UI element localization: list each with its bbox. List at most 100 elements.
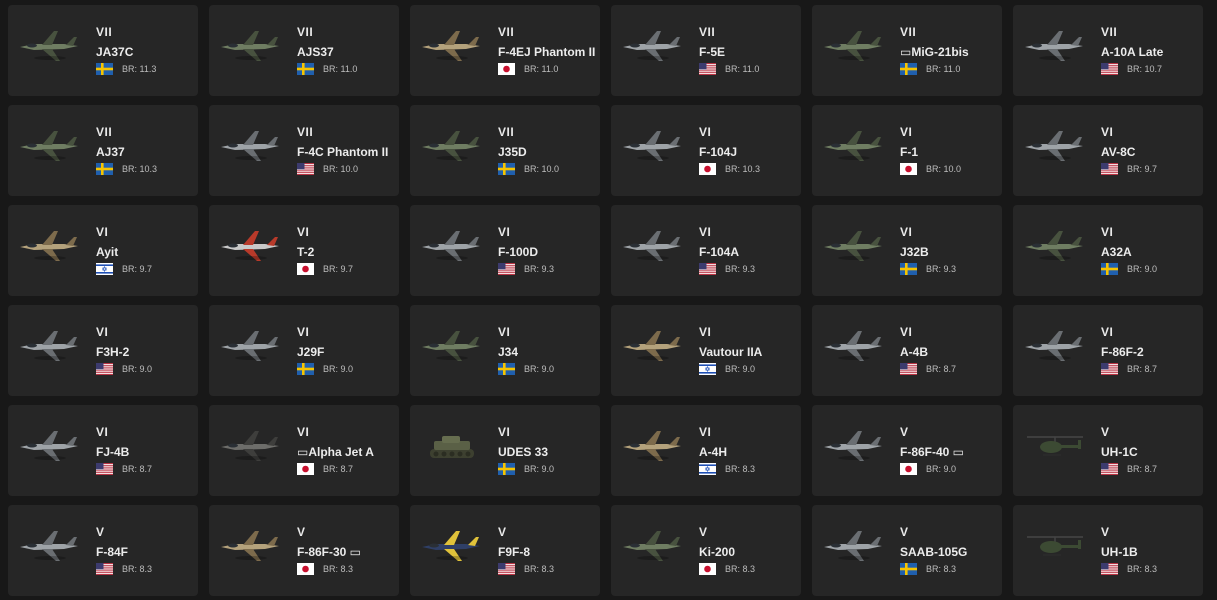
vehicle-name: F-100D [498, 245, 539, 259]
vehicle-battle-rating: BR: 8.3 [926, 564, 957, 574]
japan-flag-icon [498, 63, 515, 75]
vehicle-grid: VII JA37C BR: 11.3 VII AJS37 BR: 11.0 VI… [8, 5, 1203, 596]
vehicle-card-18[interactable]: VI F3H-2 BR: 9.0 [8, 305, 198, 396]
vehicle-name: UDES 33 [498, 445, 549, 459]
vehicle-battle-rating: BR: 8.7 [323, 464, 354, 474]
vehicle-card-30[interactable]: V F-84F BR: 8.3 [8, 505, 198, 596]
jet-tan-icon [422, 31, 480, 61]
vehicle-card-2[interactable]: VII F-4EJ Phantom II BR: 11.0 [410, 5, 600, 96]
vehicle-card-20[interactable]: VI J34 BR: 9.0 [410, 305, 600, 396]
vehicle-name: F-86F-30 ▭ [297, 545, 362, 559]
vehicle-rank: VII [96, 125, 113, 139]
vehicle-thumbnail [16, 525, 84, 567]
vehicle-card-27[interactable]: VI A-4H BR: 8.3 [611, 405, 801, 496]
vehicle-card-15[interactable]: VI F-104A BR: 9.3 [611, 205, 801, 296]
vehicle-card-33[interactable]: V Ki-200 BR: 8.3 [611, 505, 801, 596]
vehicle-card-26[interactable]: VI UDES 33 BR: 9.0 [410, 405, 600, 496]
vehicle-nation-row: BR: 8.3 [900, 563, 956, 575]
japan-flag-icon [297, 563, 314, 575]
vehicle-card-24[interactable]: VI FJ-4B BR: 8.7 [8, 405, 198, 496]
jet-grey-icon [824, 331, 882, 361]
vehicle-card-5[interactable]: VII A-10A Late BR: 10.7 [1013, 5, 1203, 96]
vehicle-nation-row: BR: 8.7 [297, 463, 353, 475]
vehicle-thumbnail [418, 525, 486, 567]
vehicle-card-28[interactable]: V F-86F-40 ▭ BR: 9.0 [812, 405, 1002, 496]
jet-grey-icon [20, 531, 78, 561]
vehicle-card-19[interactable]: VI J29F BR: 9.0 [209, 305, 399, 396]
vehicle-battle-rating: BR: 9.7 [323, 264, 354, 274]
jet-grey-icon [623, 131, 681, 161]
vehicle-card-14[interactable]: VI F-100D BR: 9.3 [410, 205, 600, 296]
vehicle-card-22[interactable]: VI A-4B BR: 8.7 [812, 305, 1002, 396]
vehicle-card-34[interactable]: V SAAB-105G BR: 8.3 [812, 505, 1002, 596]
vehicle-thumbnail [1021, 125, 1089, 167]
vehicle-rank: VI [699, 325, 712, 339]
vehicle-rank: V [96, 525, 105, 539]
vehicle-thumbnail [619, 325, 687, 367]
vehicle-name: ▭MiG-21bis [900, 45, 969, 59]
vehicle-rank: VI [1101, 225, 1114, 239]
vehicle-nation-row: BR: 9.0 [498, 363, 554, 375]
vehicle-nation-row: BR: 9.7 [297, 263, 353, 275]
vehicle-battle-rating: BR: 8.3 [725, 464, 756, 474]
vehicle-battle-rating: BR: 8.3 [1127, 564, 1158, 574]
vehicle-name: UH-1B [1101, 545, 1138, 559]
vehicle-card-6[interactable]: VII AJ37 BR: 10.3 [8, 105, 198, 196]
vehicle-card-31[interactable]: V F-86F-30 ▭ BR: 8.3 [209, 505, 399, 596]
vehicle-card-7[interactable]: VII F-4C Phantom II BR: 10.0 [209, 105, 399, 196]
vehicle-card-3[interactable]: VII F-5E BR: 11.0 [611, 5, 801, 96]
vehicle-card-8[interactable]: VII J35D BR: 10.0 [410, 105, 600, 196]
jet-green-icon [824, 131, 882, 161]
vehicle-card-12[interactable]: VI Ayit BR: 9.7 [8, 205, 198, 296]
vehicle-name: JA37C [96, 45, 134, 59]
helicopter-icon [1027, 536, 1083, 556]
vehicle-card-29[interactable]: V UH-1C BR: 8.7 [1013, 405, 1203, 496]
sweden-flag-icon [498, 463, 515, 475]
sweden-flag-icon [1101, 263, 1118, 275]
vehicle-nation-row: BR: 9.0 [498, 463, 554, 475]
vehicle-battle-rating: BR: 9.0 [524, 464, 555, 474]
vehicle-rank: VI [297, 425, 310, 439]
vehicle-card-17[interactable]: VI A32A BR: 9.0 [1013, 205, 1203, 296]
usa-flag-icon [1101, 363, 1118, 375]
vehicle-name: F-86F-40 ▭ [900, 445, 965, 459]
vehicle-card-16[interactable]: VI J32B BR: 9.3 [812, 205, 1002, 296]
vehicle-thumbnail [217, 425, 285, 467]
vehicle-card-25[interactable]: VI ▭Alpha Jet A BR: 8.7 [209, 405, 399, 496]
vehicle-name: A-10A Late [1101, 45, 1164, 59]
vehicle-card-1[interactable]: VII AJS37 BR: 11.0 [209, 5, 399, 96]
vehicle-card-32[interactable]: V F9F-8 BR: 8.3 [410, 505, 600, 596]
israel-flag-icon [96, 263, 113, 275]
vehicle-thumbnail [418, 325, 486, 367]
vehicle-name: F-84F [96, 545, 129, 559]
jet-green-icon [1025, 231, 1083, 261]
vehicle-nation-row: BR: 9.3 [699, 263, 755, 275]
jet-grey-icon [1025, 331, 1083, 361]
vehicle-card-21[interactable]: VI Vautour IIA BR: 9.0 [611, 305, 801, 396]
usa-flag-icon [1101, 563, 1118, 575]
vehicle-nation-row: BR: 9.3 [900, 263, 956, 275]
vehicle-rank: VII [900, 25, 917, 39]
vehicle-name: UH-1C [1101, 445, 1138, 459]
vehicle-name: F-1 [900, 145, 918, 159]
vehicle-card-4[interactable]: VII ▭MiG-21bis BR: 11.0 [812, 5, 1002, 96]
vehicle-nation-row: BR: 8.7 [900, 363, 956, 375]
vehicle-card-9[interactable]: VI F-104J BR: 10.3 [611, 105, 801, 196]
jet-green-icon [20, 31, 78, 61]
usa-flag-icon [498, 263, 515, 275]
vehicle-card-23[interactable]: VI F-86F-2 BR: 8.7 [1013, 305, 1203, 396]
vehicle-name: J32B [900, 245, 929, 259]
vehicle-name: A-4B [900, 345, 929, 359]
vehicle-card-10[interactable]: VI F-1 BR: 10.0 [812, 105, 1002, 196]
vehicle-name: AJS37 [297, 45, 334, 59]
sweden-flag-icon [297, 363, 314, 375]
vehicle-thumbnail [820, 225, 888, 267]
sweden-flag-icon [297, 63, 314, 75]
vehicle-card-35[interactable]: V UH-1B BR: 8.3 [1013, 505, 1203, 596]
vehicle-card-13[interactable]: VI T-2 BR: 9.7 [209, 205, 399, 296]
vehicle-rank: VII [699, 25, 716, 39]
vehicle-card-11[interactable]: VI AV-8C BR: 9.7 [1013, 105, 1203, 196]
vehicle-card-0[interactable]: VII JA37C BR: 11.3 [8, 5, 198, 96]
usa-flag-icon [699, 263, 716, 275]
vehicle-battle-rating: BR: 9.0 [122, 364, 153, 374]
